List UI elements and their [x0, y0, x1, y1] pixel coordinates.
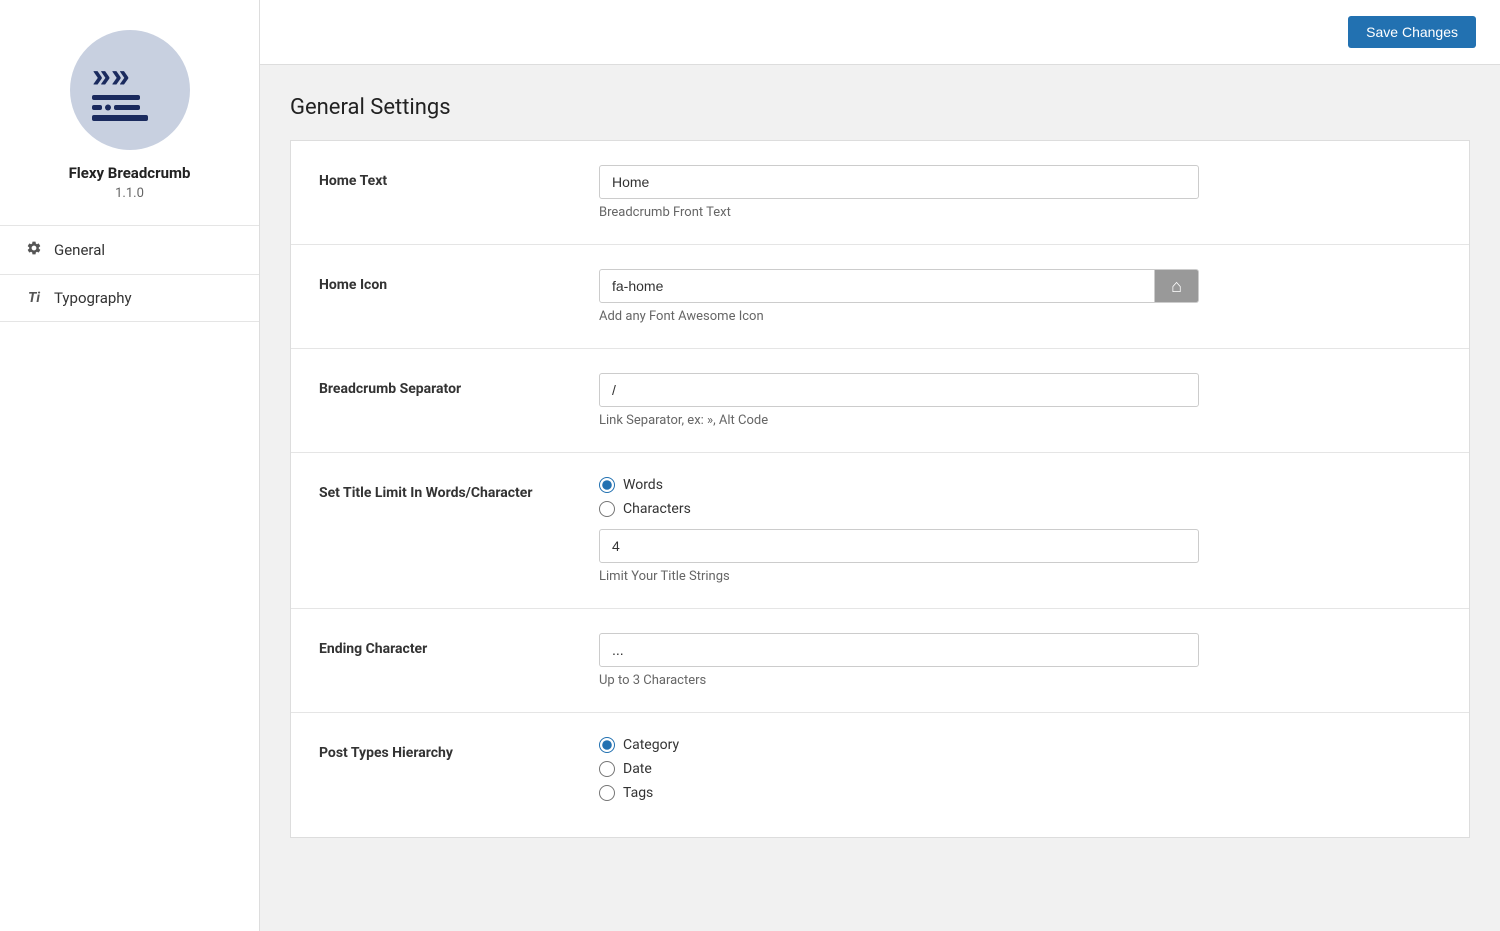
home-icon-row: Home Icon ⌂ Add any Font Awesome Icon	[291, 245, 1469, 349]
ending-character-content: Up to 3 Characters	[599, 633, 1441, 688]
sidebar: »» Flexy Breadcrumb 1.1.0 General	[0, 0, 260, 931]
characters-radio[interactable]	[599, 501, 615, 517]
title-limit-label: Set Title Limit In Words/Character	[319, 477, 599, 501]
words-radio[interactable]	[599, 477, 615, 493]
breadcrumb-separator-content: Link Separator, ex: », Alt Code	[599, 373, 1441, 428]
home-icon-label: Home Icon	[319, 269, 599, 293]
category-radio[interactable]	[599, 737, 615, 753]
settings-title: General Settings	[290, 95, 1470, 120]
logo-svg: »»	[80, 45, 180, 135]
home-text-content: Breadcrumb Front Text	[599, 165, 1441, 220]
sidebar-item-general-label: General	[54, 241, 105, 259]
top-bar: Save Changes	[260, 0, 1500, 65]
home-text-label: Home Text	[319, 165, 599, 189]
ending-character-hint: Up to 3 Characters	[599, 673, 1441, 688]
home-text-input[interactable]	[599, 165, 1199, 199]
tags-label: Tags	[623, 785, 653, 801]
sidebar-item-typography[interactable]: Ti Typography	[0, 275, 259, 322]
post-types-hierarchy-content: Category Date Tags	[599, 737, 1441, 813]
home-text-hint: Breadcrumb Front Text	[599, 205, 1441, 220]
gear-icon	[24, 240, 44, 260]
sidebar-item-general[interactable]: General	[0, 226, 259, 275]
title-limit-hint: Limit Your Title Strings	[599, 569, 1441, 584]
breadcrumb-separator-hint: Link Separator, ex: », Alt Code	[599, 413, 1441, 428]
category-radio-label[interactable]: Category	[599, 737, 1441, 753]
plugin-logo: »»	[70, 30, 190, 150]
words-radio-label[interactable]: Words	[599, 477, 1441, 493]
characters-radio-label[interactable]: Characters	[599, 501, 1441, 517]
plugin-version: 1.1.0	[115, 186, 144, 201]
sidebar-item-typography-label: Typography	[54, 289, 132, 307]
date-label: Date	[623, 761, 652, 777]
settings-body: General Settings Home Text Breadcrumb Fr…	[260, 65, 1500, 931]
home-icon-preview[interactable]: ⌂	[1155, 269, 1199, 303]
home-icon-content: ⌂ Add any Font Awesome Icon	[599, 269, 1441, 324]
ending-character-row: Ending Character Up to 3 Characters	[291, 609, 1469, 713]
home-icon-hint: Add any Font Awesome Icon	[599, 309, 1441, 324]
home-text-row: Home Text Breadcrumb Front Text	[291, 141, 1469, 245]
title-limit-content: Words Characters Limit Your Title String…	[599, 477, 1441, 584]
breadcrumb-separator-label: Breadcrumb Separator	[319, 373, 599, 397]
icon-input-wrapper: ⌂	[599, 269, 1199, 303]
ending-character-label: Ending Character	[319, 633, 599, 657]
date-radio-label[interactable]: Date	[599, 761, 1441, 777]
breadcrumb-separator-row: Breadcrumb Separator Link Separator, ex:…	[291, 349, 1469, 453]
settings-panel: Home Text Breadcrumb Front Text Home Ico…	[290, 140, 1470, 838]
date-radio[interactable]	[599, 761, 615, 777]
tags-radio[interactable]	[599, 785, 615, 801]
svg-text:»»: »»	[92, 57, 130, 95]
breadcrumb-separator-input[interactable]	[599, 373, 1199, 407]
sidebar-nav: General Ti Typography	[0, 225, 259, 322]
words-label: Words	[623, 477, 663, 493]
home-icon-input[interactable]	[599, 269, 1155, 303]
title-limit-radio-group: Words Characters	[599, 477, 1441, 517]
ending-character-input[interactable]	[599, 633, 1199, 667]
tags-radio-label[interactable]: Tags	[599, 785, 1441, 801]
save-changes-button[interactable]: Save Changes	[1348, 16, 1476, 48]
plugin-name: Flexy Breadcrumb	[69, 164, 191, 182]
characters-label: Characters	[623, 501, 691, 517]
post-types-hierarchy-row: Post Types Hierarchy Category Date	[291, 713, 1469, 837]
title-limit-row: Set Title Limit In Words/Character Words…	[291, 453, 1469, 609]
title-limit-number-input[interactable]	[599, 529, 1199, 563]
post-types-radio-group: Category Date Tags	[599, 737, 1441, 801]
main-content: Save Changes General Settings Home Text …	[260, 0, 1500, 931]
typography-icon: Ti	[24, 290, 44, 306]
app-wrapper: »» Flexy Breadcrumb 1.1.0 General	[0, 0, 1500, 931]
post-types-hierarchy-label: Post Types Hierarchy	[319, 737, 599, 761]
category-label: Category	[623, 737, 679, 753]
